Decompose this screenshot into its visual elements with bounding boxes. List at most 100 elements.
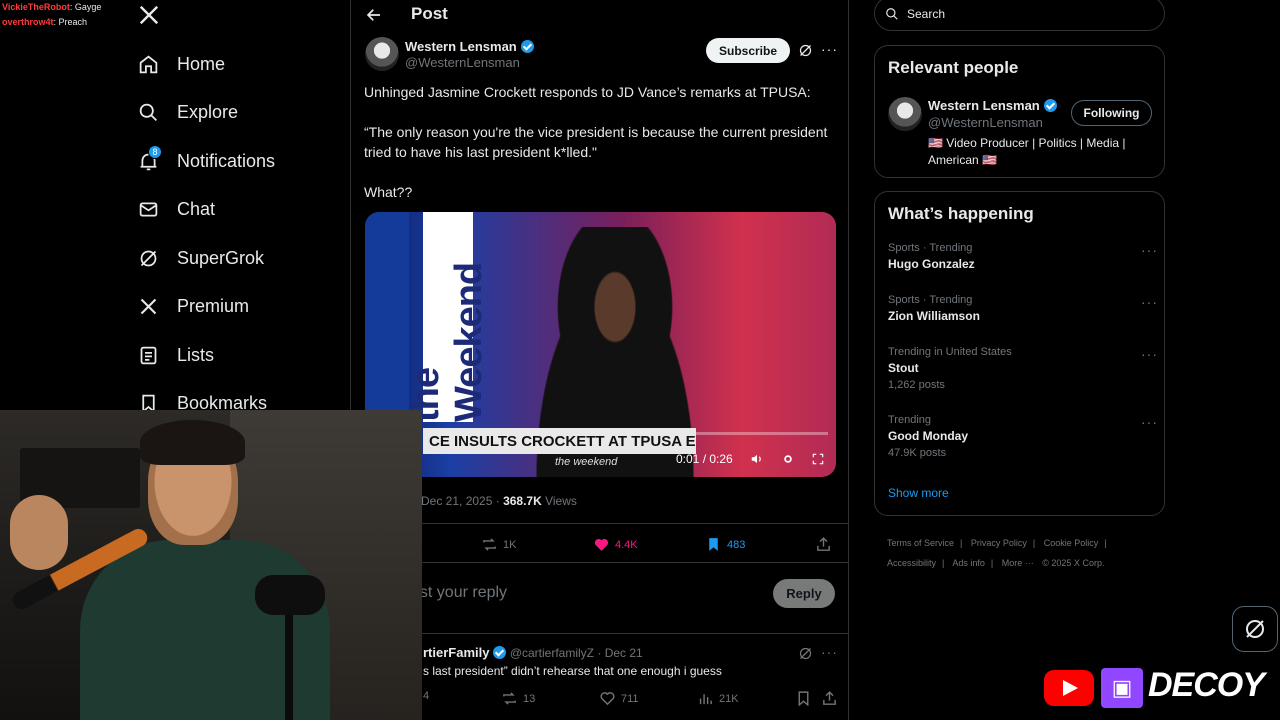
trend-item[interactable]: Trending Good Monday 47.9K posts ···	[888, 414, 1158, 459]
reply-author-handle[interactable]: @cartierfamilyZ	[510, 646, 594, 660]
trend-context: Sports · Trending	[888, 294, 973, 306]
back-arrow-icon[interactable]	[365, 6, 383, 24]
reply-views-button[interactable]: 21K	[697, 690, 739, 707]
more-options-icon[interactable]: ···	[1141, 346, 1158, 362]
webcam-person-hand	[10, 495, 68, 570]
bookmark-icon	[798, 691, 809, 707]
volume-icon[interactable]	[750, 452, 764, 466]
nav-supergrok[interactable]: SuperGrok	[138, 241, 264, 275]
views-label: Views	[541, 494, 577, 508]
share-button[interactable]	[815, 536, 832, 553]
trend-post-count: 1,262 posts	[888, 379, 945, 391]
settings-gear-icon[interactable]	[781, 452, 795, 466]
footer-link-more[interactable]: More ···	[1002, 558, 1034, 568]
post-date[interactable]: Dec 21, 2025	[421, 494, 492, 508]
bookmark-button[interactable]: 483	[705, 536, 745, 553]
divider	[351, 562, 848, 563]
nav-notifications[interactable]: 8 Notifications	[138, 144, 275, 178]
trend-context: Trending	[888, 414, 932, 426]
views-count: 368.7K	[503, 494, 542, 508]
grok-explain-icon[interactable]	[798, 43, 813, 58]
author-avatar[interactable]	[365, 37, 399, 71]
show-more-link[interactable]: Show more	[888, 486, 949, 500]
grok-floating-button[interactable]	[1232, 606, 1278, 652]
person-handle[interactable]: @WesternLensman	[928, 115, 1043, 130]
footer-link-cookie[interactable]: Cookie Policy	[1044, 538, 1099, 548]
twitch-logo-icon: ▣	[1101, 668, 1143, 708]
streamer-brand-logo: DECOY	[1148, 666, 1265, 704]
grok-explain-icon[interactable]	[798, 646, 813, 661]
x-logo-icon[interactable]	[138, 4, 160, 26]
reply-date[interactable]: · Dec 21	[597, 646, 642, 660]
heart-outline-icon	[600, 692, 615, 706]
subscribe-button[interactable]: Subscribe	[706, 38, 790, 63]
reply-text: s last president” didn’t rehearse that o…	[423, 664, 722, 678]
search-input[interactable]: Search	[874, 0, 1165, 31]
trend-item[interactable]: Sports · Trending Zion Williamson ···	[888, 294, 1158, 323]
more-options-icon[interactable]: ···	[1141, 242, 1158, 258]
reply-share-button[interactable]	[821, 690, 838, 707]
footer-separator: |	[1032, 538, 1036, 548]
author-name[interactable]: Western Lensman	[405, 38, 534, 56]
chat-message: Preach	[58, 17, 88, 27]
video-player[interactable]: the Weekend CE INSULTS CROCKETT AT TPUSA…	[365, 212, 836, 477]
nav-label: Explore	[177, 101, 239, 122]
trend-context: Trending in United States	[888, 346, 1012, 358]
post-text-quote: “The only reason you're the vice preside…	[364, 124, 828, 160]
nav-lists[interactable]: Lists	[138, 338, 214, 372]
main-column: Post Western Lensman @WesternLensman Sub…	[350, 0, 849, 720]
repost-icon	[503, 692, 516, 705]
more-options-icon[interactable]: ···	[821, 41, 838, 57]
more-options-icon[interactable]: ···	[1141, 414, 1158, 430]
nav-explore[interactable]: Explore	[138, 95, 238, 129]
nav-home[interactable]: Home	[138, 47, 225, 81]
person-name[interactable]: Western Lensman	[928, 97, 1057, 115]
search-placeholder: Search	[907, 6, 946, 21]
reply-author-name[interactable]: rtierFamily	[423, 645, 489, 660]
more-options-icon[interactable]: ···	[821, 644, 838, 660]
nav-label: Home	[177, 53, 226, 74]
chat-username: overthrow4t	[2, 17, 54, 27]
reply-reply-button[interactable]: 4	[423, 690, 429, 702]
repost-count: 13	[523, 692, 536, 705]
nav-chat[interactable]: Chat	[138, 192, 215, 226]
stream-chat-line: VickieTheRobot: Gayge	[2, 2, 102, 12]
fullscreen-icon[interactable]	[811, 452, 825, 466]
views-chart-icon	[699, 694, 712, 705]
trend-item[interactable]: Sports · Trending Hugo Gonzalez ···	[888, 242, 1158, 271]
reply-button[interactable]: Reply	[773, 579, 835, 608]
video-chyron-brand: the weekend	[555, 456, 618, 468]
following-button[interactable]: Following	[1071, 100, 1152, 126]
trend-title: Stout	[888, 361, 919, 375]
nav-label: Lists	[177, 344, 215, 365]
relevant-people-card: Relevant people Western Lensman @Western…	[874, 45, 1165, 178]
person-avatar[interactable]	[888, 97, 922, 131]
chat-username: VickieTheRobot	[2, 2, 70, 12]
page-title: Post	[411, 4, 448, 23]
reply-input[interactable]: ost your reply	[411, 584, 507, 602]
chat-message: Gayge	[74, 2, 102, 12]
repost-button[interactable]: 1K	[481, 536, 516, 553]
whats-happening-card: What’s happening Sports · Trending Hugo …	[874, 191, 1165, 516]
video-timestamp: 0:01 / 0:26	[676, 452, 733, 466]
mail-icon	[138, 199, 159, 220]
footer-links: Terms of Service | Privacy Policy | Cookie…	[887, 533, 1157, 573]
nav-premium[interactable]: Premium	[138, 289, 249, 323]
post-text-line: Unhinged Jasmine Crockett responds to JD…	[364, 84, 811, 100]
grok-icon	[138, 248, 159, 269]
footer-link-accessibility[interactable]: Accessibility	[887, 558, 936, 568]
trend-item[interactable]: Trending in United States Stout 1,262 po…	[888, 346, 1158, 391]
post-text-tail: What??	[364, 184, 413, 200]
like-button[interactable]: 4.4K	[593, 536, 638, 553]
reply-like-button[interactable]: 711	[599, 690, 639, 707]
webcam-overlay	[0, 410, 422, 720]
bio-line: American 🇺🇸	[928, 153, 997, 167]
author-handle[interactable]: @WesternLensman	[405, 55, 520, 70]
trend-post-count: 47.9K posts	[888, 447, 947, 459]
footer-link-ads-info[interactable]: Ads info	[952, 558, 985, 568]
reply-bookmark-button[interactable]	[795, 690, 812, 707]
more-options-icon[interactable]: ···	[1141, 294, 1158, 310]
footer-link-terms[interactable]: Terms of Service	[887, 538, 954, 548]
reply-repost-button[interactable]: 13	[501, 690, 535, 707]
footer-link-privacy[interactable]: Privacy Policy	[971, 538, 1027, 548]
